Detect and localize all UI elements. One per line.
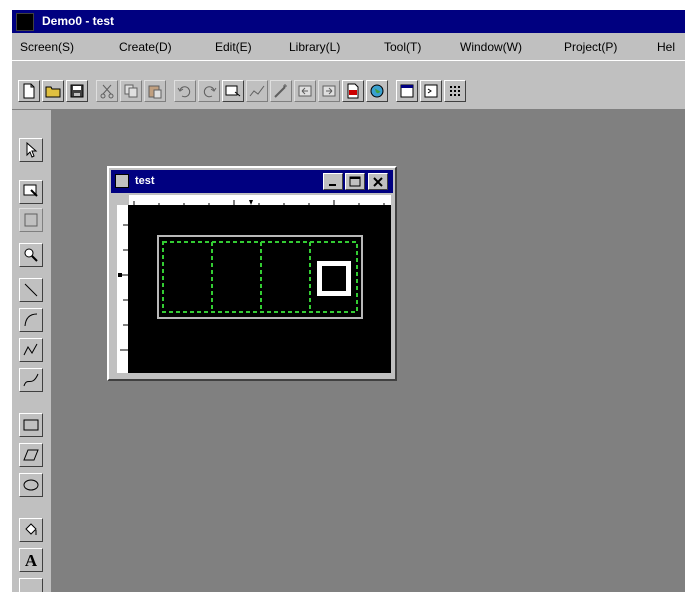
screen-icon[interactable] bbox=[222, 80, 244, 102]
pdf-icon[interactable] bbox=[342, 80, 364, 102]
window-title: Demo0 - test bbox=[42, 14, 115, 28]
text-tool[interactable]: A bbox=[19, 548, 43, 572]
toolbar bbox=[12, 60, 685, 110]
ellipse-icon[interactable] bbox=[19, 473, 43, 497]
menu-tool[interactable]: Tool(T) bbox=[384, 40, 421, 54]
new-file-icon[interactable] bbox=[18, 80, 40, 102]
globe-icon[interactable] bbox=[366, 80, 388, 102]
menu-bar: Screen(S) Create(D) Edit(E) Library(L) T… bbox=[12, 33, 685, 60]
wand-icon[interactable] bbox=[270, 80, 292, 102]
child-window-test[interactable]: test bbox=[107, 166, 397, 381]
paste-icon[interactable] bbox=[144, 80, 166, 102]
workspace: test bbox=[52, 110, 685, 592]
menu-library[interactable]: Library(L) bbox=[289, 40, 340, 54]
drawing-toolbox: A bbox=[12, 110, 52, 592]
child-window-title: test bbox=[135, 175, 155, 187]
undo-icon[interactable] bbox=[174, 80, 196, 102]
menu-window[interactable]: Window(W) bbox=[460, 40, 522, 54]
select-arrow-icon[interactable] bbox=[19, 138, 43, 162]
fill-icon[interactable] bbox=[19, 518, 43, 542]
rectangle-icon[interactable] bbox=[19, 413, 43, 437]
disabled-tool-icon[interactable] bbox=[19, 208, 43, 232]
arrow-left-icon[interactable] bbox=[294, 80, 316, 102]
grid-icon[interactable] bbox=[444, 80, 466, 102]
cut-icon[interactable] bbox=[96, 80, 118, 102]
chart-icon[interactable] bbox=[246, 80, 268, 102]
parallelogram-icon[interactable] bbox=[19, 443, 43, 467]
minimize-icon[interactable] bbox=[323, 173, 343, 190]
design-canvas[interactable]: 0 bbox=[129, 205, 391, 373]
curve-icon[interactable] bbox=[19, 368, 43, 392]
child-window-icon[interactable] bbox=[115, 174, 129, 188]
seven-segment-display[interactable] bbox=[157, 235, 363, 319]
line-icon[interactable] bbox=[19, 278, 43, 302]
zoom-tool-icon[interactable] bbox=[19, 243, 43, 267]
maximize-icon[interactable] bbox=[345, 173, 365, 190]
arc-icon[interactable] bbox=[19, 308, 43, 332]
digit-zero bbox=[317, 261, 351, 296]
save-icon[interactable] bbox=[66, 80, 88, 102]
window-icon[interactable] bbox=[396, 80, 418, 102]
child-title-bar[interactable]: test bbox=[111, 170, 393, 193]
app-system-icon[interactable] bbox=[16, 13, 34, 31]
menu-edit[interactable]: Edit(E) bbox=[215, 40, 252, 54]
horizontal-ruler bbox=[129, 195, 391, 208]
copy-icon[interactable] bbox=[120, 80, 142, 102]
console-icon[interactable] bbox=[420, 80, 442, 102]
polyline-icon[interactable] bbox=[19, 338, 43, 362]
menu-help[interactable]: Hel bbox=[657, 40, 675, 54]
menu-screen[interactable]: Screen(S) bbox=[20, 40, 74, 54]
vertical-ruler bbox=[117, 205, 129, 373]
application-window: Demo0 - test Screen(S) Create(D) Edit(E)… bbox=[12, 10, 685, 592]
arrow-right-icon[interactable] bbox=[318, 80, 340, 102]
more-tool-icon[interactable] bbox=[19, 578, 43, 592]
redo-icon[interactable] bbox=[198, 80, 220, 102]
edit-object-icon[interactable] bbox=[19, 180, 43, 204]
text-tool-label: A bbox=[24, 550, 38, 570]
title-bar[interactable]: Demo0 - test bbox=[12, 10, 685, 33]
open-folder-icon[interactable] bbox=[42, 80, 64, 102]
close-icon[interactable] bbox=[368, 173, 388, 190]
menu-project[interactable]: Project(P) bbox=[564, 40, 617, 54]
menu-create[interactable]: Create(D) bbox=[119, 40, 172, 54]
